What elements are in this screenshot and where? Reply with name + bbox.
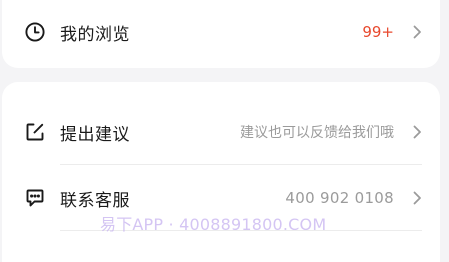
feedback-hint: 建议也可以反馈给我们哦 bbox=[240, 125, 394, 141]
my-history-row[interactable]: 我的浏览 99+ bbox=[2, 0, 440, 64]
customer-service-label: 联系客服 bbox=[60, 190, 130, 211]
history-count-badge: 99+ bbox=[362, 23, 394, 41]
chevron-right-icon bbox=[413, 125, 421, 139]
chevron-right-icon bbox=[413, 25, 421, 39]
history-card: 我的浏览 99+ bbox=[2, 0, 440, 68]
my-history-label: 我的浏览 bbox=[60, 24, 130, 45]
service-phone: 400 902 0108 bbox=[285, 189, 394, 207]
edit-icon bbox=[24, 121, 46, 143]
feedback-row[interactable]: 提出建议 建议也可以反馈给我们哦 bbox=[2, 100, 440, 164]
row-divider bbox=[60, 164, 422, 165]
chat-icon bbox=[24, 187, 46, 209]
support-card: 提出建议 建议也可以反馈给我们哦 联系客服 400 902 0108 bbox=[2, 82, 440, 262]
watermark: 易下APP · 4008891800.COM bbox=[100, 215, 327, 234]
feedback-label: 提出建议 bbox=[60, 124, 130, 145]
chevron-right-icon bbox=[413, 191, 421, 205]
clock-icon bbox=[24, 21, 46, 43]
